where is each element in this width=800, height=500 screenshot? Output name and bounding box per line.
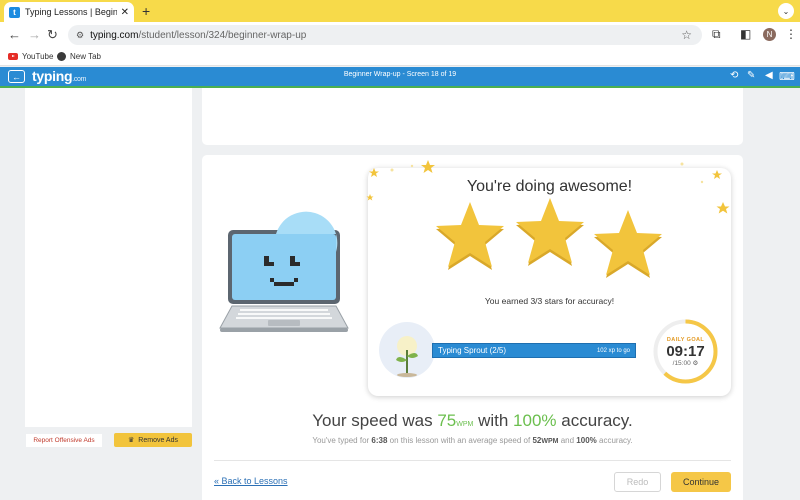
level-name: Typing Sprout (2/5): [438, 346, 507, 355]
summary-time: 6:38: [371, 436, 388, 445]
tab-title: Typing Lessons | Beginner Wr: [25, 7, 117, 17]
browser-toolbar: ← → ↻ ⚙ typing.com /student/lesson/324/b…: [0, 22, 800, 48]
menu-kebab-icon[interactable]: ⋮: [785, 27, 797, 41]
summary-unit: WPM: [541, 438, 559, 445]
laptop-mascot-icon: [219, 211, 349, 332]
redo-button[interactable]: Redo: [614, 472, 661, 492]
daily-goal-total-text: /15:00: [672, 360, 691, 367]
speaker-icon[interactable]: ◀: [765, 70, 773, 81]
ad-panel: [25, 88, 192, 427]
star-icon: [436, 202, 504, 270]
accuracy-stars-text: You earned 3/3 stars for accuracy!: [484, 296, 615, 306]
accuracy-value: 100%: [513, 411, 557, 430]
bookmark-star-icon[interactable]: ☆: [681, 28, 692, 42]
bookmark-label: YouTube: [22, 52, 54, 61]
history-icon[interactable]: ⟲: [730, 70, 738, 81]
top-card: [202, 88, 743, 145]
bookmarks-bar: YouTube New Tab: [0, 48, 800, 66]
speed-unit: WPM: [456, 421, 474, 428]
tab-search-chevron-icon[interactable]: ⌄: [778, 3, 794, 19]
browser-tab[interactable]: t Typing Lessons | Beginner Wr ✕: [4, 2, 134, 22]
crown-icon: ♛: [128, 437, 135, 444]
app-header: ← typing.com Beginner Wrap-up - Screen 1…: [0, 67, 800, 88]
extensions-icon[interactable]: ⧉: [712, 27, 721, 42]
summary-end: accuracy.: [599, 436, 633, 445]
summary-mid: on this lesson with an average speed of: [389, 436, 531, 445]
site-settings-icon[interactable]: ⚙: [76, 30, 84, 41]
report-ads-button[interactable]: Report Offensive Ads: [26, 434, 102, 447]
continue-button[interactable]: Continue: [671, 472, 731, 492]
bookmark-new-tab[interactable]: New Tab: [57, 52, 101, 61]
url-path: /student/lesson/324/beginner-wrap-up: [138, 29, 307, 41]
star-icon: [516, 198, 584, 266]
footer-divider: [214, 460, 731, 461]
back-arrow-icon[interactable]: ←: [8, 27, 21, 42]
remove-ads-label: Remove Ads: [138, 436, 178, 444]
globe-icon: [57, 52, 66, 61]
star-icon: [594, 210, 662, 278]
remove-ads-button[interactable]: ♛ Remove Ads: [114, 433, 192, 447]
xp-remaining: 102 xp to go: [596, 347, 630, 354]
tab-close-icon[interactable]: ✕: [121, 7, 129, 18]
back-to-lessons-link[interactable]: « Back to Lessons: [214, 476, 288, 486]
summary-prefix: You've typed for: [312, 436, 370, 445]
edit-icon[interactable]: ✎: [747, 70, 755, 81]
keyboard-icon[interactable]: ⌨: [779, 70, 795, 83]
summary-accuracy: 100%: [576, 436, 597, 445]
side-panel-icon[interactable]: ◧: [740, 27, 751, 41]
address-bar[interactable]: ⚙ typing.com /student/lesson/324/beginne…: [68, 25, 702, 45]
accuracy-stars: [436, 198, 662, 278]
url-domain: typing.com: [90, 29, 139, 41]
browser-tabstrip: t Typing Lessons | Beginner Wr ✕ + ⌄: [0, 0, 800, 22]
profile-avatar[interactable]: N: [763, 28, 776, 41]
typing-favicon-icon: t: [9, 6, 20, 18]
new-tab-button[interactable]: +: [142, 3, 150, 19]
forward-arrow-icon[interactable]: →: [28, 27, 41, 42]
speed-mid: with: [478, 411, 509, 430]
bookmark-youtube[interactable]: YouTube: [8, 52, 53, 61]
speed-value: 75: [437, 411, 457, 430]
summary-and: and: [560, 436, 575, 445]
daily-goal-total: /15:00 ⚙: [652, 359, 719, 367]
gear-icon[interactable]: ⚙: [693, 360, 699, 367]
speed-prefix: Your speed was: [312, 411, 433, 430]
youtube-icon: [8, 53, 18, 60]
bookmark-label: New Tab: [70, 52, 101, 61]
screen-title: Beginner Wrap-up - Screen 18 of 19: [343, 71, 457, 78]
accuracy-suffix: accuracy.: [561, 411, 633, 430]
reload-icon[interactable]: ↻: [47, 27, 58, 43]
lesson-summary: You've typed for 6:38 on this lesson wit…: [202, 436, 743, 445]
sprout-icon: [396, 336, 418, 377]
speed-summary: Your speed was 75WPM with 100% accuracy.: [202, 411, 743, 431]
level-progress-bar: Typing Sprout (2/5) 102 xp to go: [432, 343, 636, 358]
daily-goal-time: 09:17: [666, 343, 705, 360]
